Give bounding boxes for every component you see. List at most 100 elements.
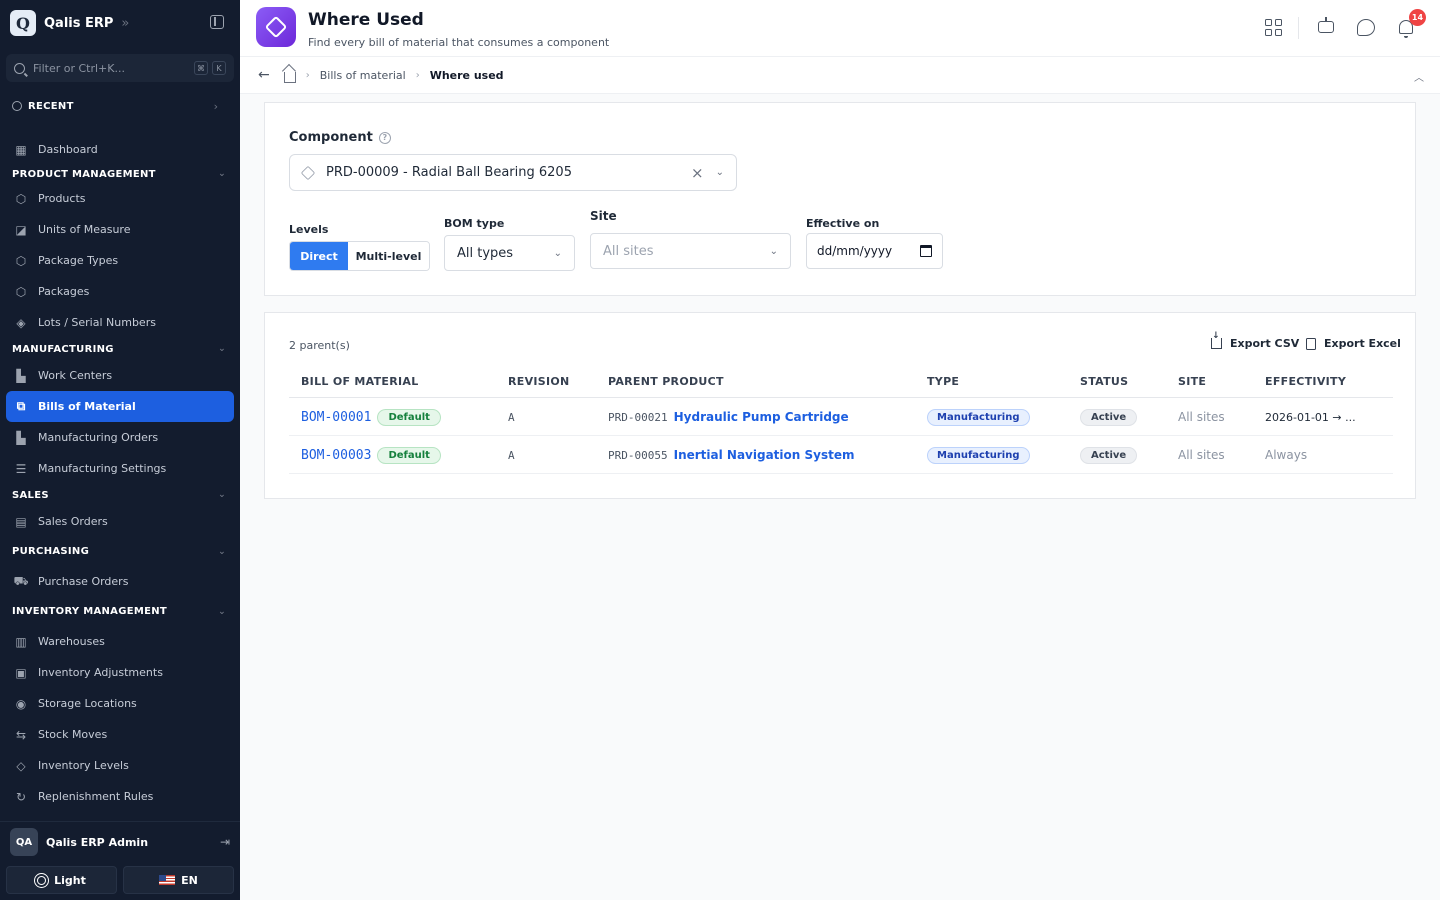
- column-header[interactable]: SITE: [1178, 375, 1206, 388]
- site-label: Site: [590, 209, 617, 223]
- parent-product-link[interactable]: Hydraulic Pump Cartridge: [674, 410, 849, 424]
- brand[interactable]: Q Qalis ERP »: [10, 10, 230, 36]
- column-header[interactable]: EFFECTIVITY: [1265, 375, 1346, 388]
- component-value: PRD-00009 - Radial Ball Bearing 6205: [326, 165, 572, 180]
- sidebar-item-bills-of-material[interactable]: ⧉ Bills of Material: [6, 391, 234, 422]
- filter-card: Component ? PRD-00009 - Radial Ball Bear…: [264, 102, 1416, 296]
- section-product-management[interactable]: PRODUCT MANAGEMENT ⌄: [6, 165, 234, 183]
- assistant-button[interactable]: [1316, 17, 1336, 37]
- column-header[interactable]: PARENT PRODUCT: [608, 375, 724, 388]
- sidebar-collapse-icon[interactable]: [210, 15, 224, 29]
- sidebar-item-inventory-levels[interactable]: ◇ Inventory Levels: [6, 750, 234, 781]
- status-badge: Active: [1080, 408, 1138, 426]
- sidebar-item-warehouses[interactable]: ▥ Warehouses: [6, 626, 234, 657]
- table-row[interactable]: BOM-00001 Default A PRD-00021 Hydraulic …: [289, 398, 1393, 436]
- arrow-left-icon[interactable]: ←: [258, 67, 270, 83]
- sidebar-item-stock-moves[interactable]: ⇆ Stock Moves: [6, 719, 234, 750]
- chat-button[interactable]: [1356, 17, 1376, 37]
- sidebar-item-lots-serial[interactable]: ◈ Lots / Serial Numbers: [6, 307, 234, 338]
- theme-toggle-button[interactable]: Light: [6, 866, 117, 894]
- column-header[interactable]: TYPE: [927, 375, 959, 388]
- column-header[interactable]: REVISION: [508, 375, 570, 388]
- sidebar-item-label: Products: [38, 192, 86, 205]
- sidebar-item-manufacturing-orders[interactable]: ▙ Manufacturing Orders: [6, 422, 234, 453]
- breadcrumb-bills-of-material[interactable]: Bills of material: [320, 69, 406, 82]
- bom-type-value: All types: [457, 245, 514, 261]
- package-search-icon: [256, 7, 296, 47]
- download-icon: [1211, 331, 1222, 349]
- sidebar-item-sales-orders[interactable]: ▤ Sales Orders: [6, 506, 234, 537]
- factory-icon: ▙: [16, 368, 26, 383]
- table-row[interactable]: BOM-00003 Default A PRD-00055 Inertial N…: [289, 436, 1393, 474]
- sidebar-item-inventory-adjustments[interactable]: ▣ Inventory Adjustments: [6, 657, 234, 688]
- chat-icon: [1357, 18, 1375, 36]
- section-manufacturing[interactable]: MANUFACTURING ⌄: [6, 338, 234, 360]
- sidebar-item-label: Inventory Adjustments: [38, 666, 163, 679]
- product-code: PRD-00055: [608, 448, 668, 462]
- sidebar-item-label: Manufacturing Orders: [38, 431, 159, 444]
- search-input[interactable]: Filter or Ctrl+K...: [33, 62, 190, 75]
- sidebar-item-units-of-measure[interactable]: ◪ Units of Measure: [6, 214, 234, 245]
- sidebar-item-replenishment-rules[interactable]: ↻ Replenishment Rules: [6, 781, 234, 812]
- bom-type-select[interactable]: All types ⌄: [444, 235, 575, 271]
- sidebar-item-purchase-orders[interactable]: ⛟ Purchase Orders: [6, 566, 234, 597]
- default-badge: Default: [377, 446, 441, 464]
- file-icon: [1306, 337, 1316, 350]
- bom-link[interactable]: BOM-00003: [301, 448, 371, 463]
- hierarchy-icon: ⧉: [16, 399, 26, 413]
- effective-on-date-input[interactable]: dd/mm/yyyy: [806, 233, 943, 269]
- sidebar-item-products[interactable]: ⬡ Products: [6, 183, 234, 214]
- sidebar-item-manufacturing-settings[interactable]: ☰ Manufacturing Settings: [6, 453, 234, 484]
- package-icon: ⬡: [15, 253, 27, 268]
- language-button[interactable]: EN: [123, 866, 234, 894]
- chevron-right-icon: ›: [415, 69, 420, 81]
- sidebar-item-label: Manufacturing Settings: [38, 462, 167, 475]
- result-count: 2 parent(s): [289, 339, 350, 352]
- export-csv-button[interactable]: Export CSV: [1211, 331, 1299, 350]
- app-name: Qalis ERP: [44, 15, 114, 31]
- type-badge: Manufacturing: [927, 446, 1030, 464]
- home-icon[interactable]: [283, 71, 296, 83]
- kbd-cmd: ⌘: [194, 61, 208, 75]
- section-sales[interactable]: SALES ⌄: [6, 484, 234, 506]
- levels-direct-button[interactable]: Direct: [290, 242, 348, 270]
- type-badge: Manufacturing: [927, 408, 1030, 426]
- section-inventory-management[interactable]: INVENTORY MANAGEMENT ⌄: [6, 597, 234, 626]
- section-purchasing[interactable]: PURCHASING ⌄: [6, 537, 234, 566]
- logout-icon[interactable]: ⇥: [220, 835, 230, 849]
- sidebar-item-label: Sales Orders: [38, 515, 108, 528]
- site-select[interactable]: All sites ⌄: [590, 233, 791, 269]
- chevron-up-icon[interactable]: ︿: [1414, 69, 1424, 84]
- calendar-icon[interactable]: [920, 245, 932, 257]
- box-icon: [300, 165, 316, 180]
- export-excel-button[interactable]: Export Excel: [1306, 337, 1401, 350]
- theme-label: Light: [54, 873, 86, 887]
- recent-section[interactable]: RECENT ›: [12, 99, 218, 113]
- sidebar-search[interactable]: Filter or Ctrl+K... ⌘ K: [6, 54, 234, 82]
- apps-grid-button[interactable]: [1263, 17, 1283, 37]
- sidebar-item-work-centers[interactable]: ▙ Work Centers: [6, 360, 234, 391]
- chevron-down-icon[interactable]: ⌄: [716, 167, 724, 178]
- parent-product-link[interactable]: Inertial Navigation System: [674, 448, 855, 462]
- section-label: INVENTORY MANAGEMENT: [12, 606, 168, 617]
- sidebar-item-storage-locations[interactable]: ◉ Storage Locations: [6, 688, 234, 719]
- export-excel-label: Export Excel: [1324, 337, 1401, 350]
- column-header[interactable]: BILL OF MATERIAL: [301, 375, 419, 388]
- close-icon[interactable]: ×: [691, 164, 704, 182]
- sidebar-item-packages[interactable]: ⬡ Packages: [6, 276, 234, 307]
- bom-link[interactable]: BOM-00001: [301, 410, 371, 425]
- column-header[interactable]: STATUS: [1080, 375, 1128, 388]
- component-label: Component ?: [289, 130, 391, 145]
- chevron-down-icon: ⌄: [218, 606, 226, 617]
- sidebar-item-package-types[interactable]: ⬡ Package Types: [6, 245, 234, 276]
- sidebar-item-dashboard[interactable]: ▦ Dashboard: [6, 134, 234, 165]
- user-profile[interactable]: QA Qalis ERP Admin ⇥: [10, 828, 230, 856]
- component-select[interactable]: PRD-00009 - Radial Ball Bearing 6205 × ⌄: [289, 154, 737, 191]
- sidebar-item-label: Stock Moves: [38, 728, 108, 741]
- sidebar-footer: QA Qalis ERP Admin ⇥ Light EN: [0, 821, 240, 900]
- sidebar-item-label: Packages: [38, 285, 90, 298]
- clock-icon: [12, 101, 22, 111]
- help-icon[interactable]: ?: [378, 131, 391, 144]
- levels-multi-level-button[interactable]: Multi-level: [348, 242, 429, 270]
- sidebar-item-label: Lots / Serial Numbers: [38, 316, 156, 329]
